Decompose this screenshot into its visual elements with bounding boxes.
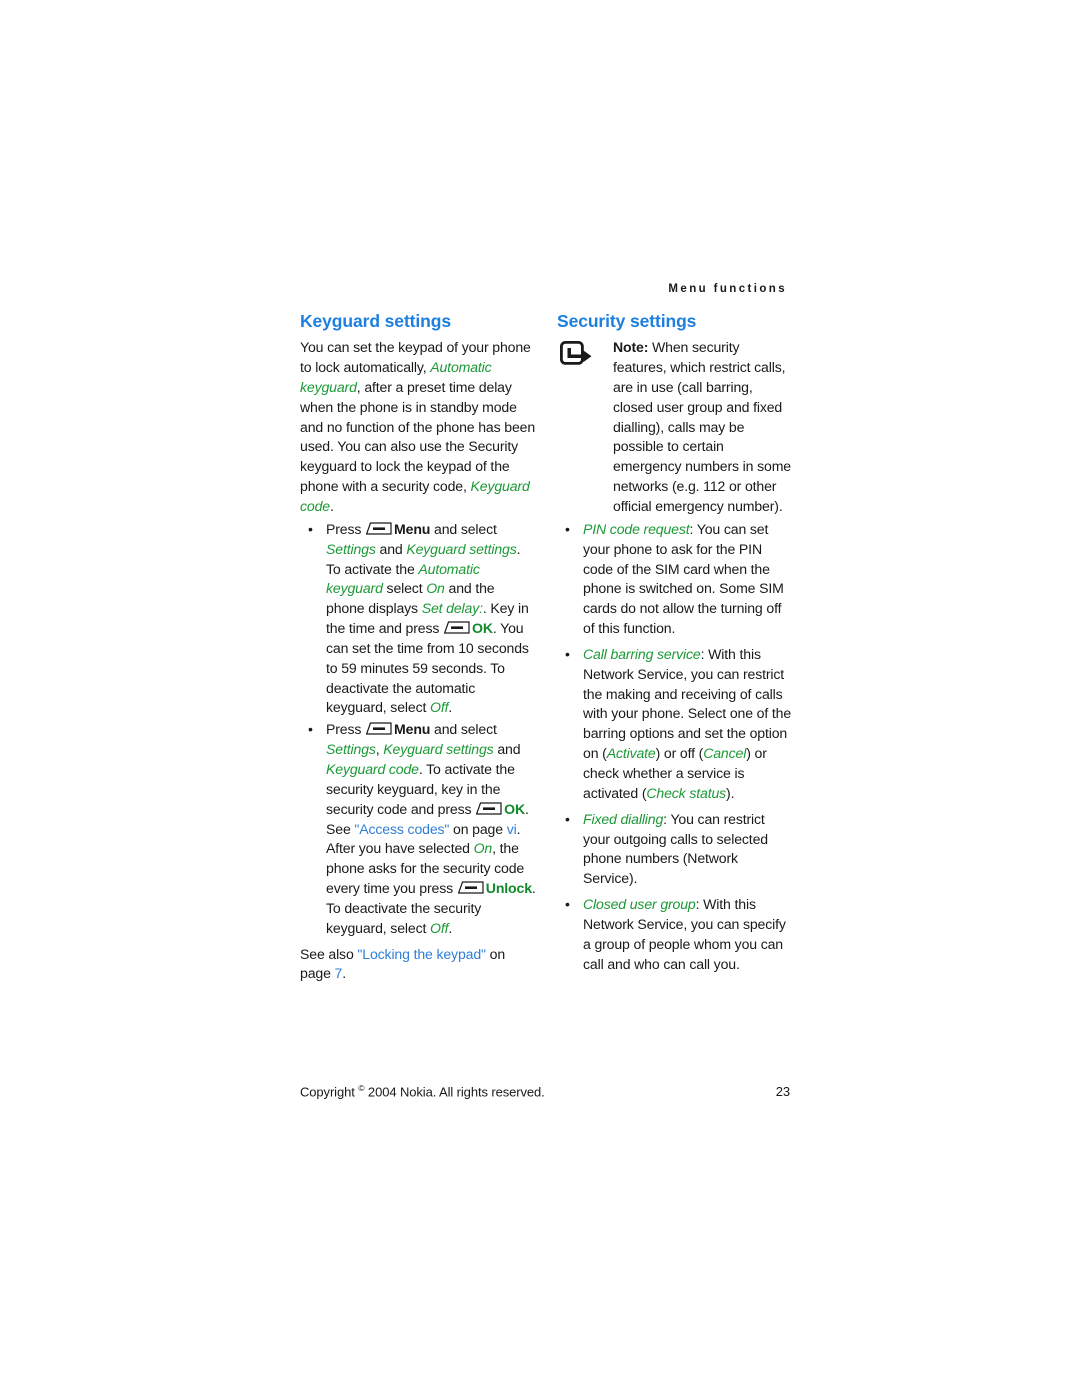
note-arrow-icon [559, 341, 593, 367]
see-also-text-1: See also [300, 945, 358, 962]
keyguard-intro-paragraph: You can set the keypad of your phone to … [300, 338, 536, 517]
softkey-icon [444, 621, 470, 634]
bullet2-ok-label: OK [504, 800, 526, 817]
page-footer: Copyright © 2004 Nokia. All rights reser… [300, 1083, 790, 1099]
bullet2-text-3: and select [430, 721, 497, 738]
bullet1-emphasis-keyguard-settings: Keyguard settings [406, 540, 517, 557]
bullet-text-call-barring-1: : With this Network Service, you can res… [583, 645, 792, 762]
left-column: Keyguard settings You can set the keypad… [300, 311, 536, 985]
bullet-text-call-barring-4: ). [726, 784, 735, 801]
link-locking-the-keypad[interactable]: "Locking the keypad" [357, 946, 486, 962]
bullet1-menu-label: Menu [394, 520, 431, 537]
bullet-emphasis-call-barring-service: Call barring service [583, 645, 701, 662]
see-also-paragraph: See also "Locking the keypad" on page 7. [300, 945, 536, 985]
bullet-dot-icon: • [565, 896, 570, 913]
softkey-icon [476, 802, 502, 815]
copyright-text-post: 2004 Nokia. All rights reserved. [364, 1084, 545, 1100]
bullet-emphasis-pin-code-request: PIN code request [583, 520, 690, 537]
bullet2-menu-label: Menu [394, 721, 431, 738]
section-title-keyguard-settings: Keyguard settings [300, 311, 451, 331]
copyright-text-pre: Copyright [300, 1084, 359, 1100]
bullet-emphasis-closed-user-group: Closed user group [583, 896, 696, 913]
list-item: • Fixed dialling: You can restrict your o… [557, 810, 793, 889]
section-title-security-settings: Security settings [557, 311, 697, 331]
intro-text-part-1: You can set the keypad of your phone to … [300, 339, 531, 376]
bullet2-emphasis-off: Off [430, 919, 449, 936]
list-item: • PIN code request: You can set your phon… [557, 520, 793, 639]
bullet1-text-6: select [382, 580, 427, 597]
intro-text-part-2: , after a preset time delay when the pho… [300, 378, 536, 495]
bullet1-emphasis-on: On [426, 580, 445, 597]
document-page: Menu functions Keyguard settings You can… [0, 0, 1080, 1397]
list-item: • Press Menu and select Settings and Keyg… [300, 520, 536, 718]
list-item: • Press Menu and select Settings, Keyguar… [300, 720, 536, 938]
list-item: • Call barring service: With this Network… [557, 645, 793, 804]
bullet2-emphasis-keyguard-settings: Keyguard settings [383, 741, 494, 758]
list-item: • Closed user group: With this Network Se… [557, 895, 793, 974]
bullet2-text-9: on page [449, 820, 507, 837]
bullet1-text-11: . [448, 699, 453, 716]
bullet1-emphasis-off: Off [430, 699, 449, 716]
note-label: Note: [613, 339, 649, 356]
bullet1-text-4: and [375, 540, 407, 557]
link-page-vi[interactable]: vi [507, 821, 517, 837]
bullet1-text-3: and select [430, 520, 497, 537]
bullet-emphasis-activate: Activate [606, 745, 656, 762]
bullet1-emphasis-settings: Settings [326, 540, 376, 557]
softkey-icon [366, 722, 392, 735]
bullet-dot-icon: • [565, 645, 570, 662]
see-also-text-3: . [342, 965, 347, 982]
bullet-emphasis-cancel: Cancel [703, 745, 747, 762]
keyguard-bullet-list: • Press Menu and select Settings and Keyg… [300, 520, 536, 939]
bullet2-emphasis-settings: Settings [326, 741, 376, 758]
note-callout: Note: When security features, which rest… [557, 338, 793, 517]
right-column: Security settings Note: When security fe… [557, 311, 793, 984]
bullet-text-pin-code-request: : You can set your phone to ask for the … [583, 520, 784, 637]
bullet-text-call-barring-2: ) or off ( [655, 745, 704, 762]
bullet-dot-icon: • [308, 721, 313, 738]
bullet1-emphasis-set-delay: Set delay: [421, 600, 483, 617]
note-text: When security features, which restrict c… [613, 339, 791, 514]
bullet-emphasis-check-status: Check status [646, 784, 727, 801]
running-header: Menu functions [668, 283, 787, 295]
softkey-icon [366, 522, 392, 535]
security-bullet-list: • PIN code request: You can set your phon… [557, 520, 793, 975]
two-column-body: Keyguard settings You can set the keypad… [300, 311, 793, 985]
bullet2-emphasis-on: On [473, 840, 493, 857]
bullet2-unlock-label: Unlock [485, 880, 532, 897]
link-access-codes[interactable]: "Access codes" [354, 821, 449, 837]
page-number: 23 [775, 1084, 790, 1100]
bullet-emphasis-fixed-dialling: Fixed dialling [583, 810, 664, 827]
intro-text-part-3: . [329, 498, 334, 514]
copyright-notice: Copyright © 2004 Nokia. All rights reser… [300, 1083, 545, 1099]
bullet1-ok-label: OK [472, 620, 493, 637]
bullet-dot-icon: • [308, 520, 313, 537]
bullet2-emphasis-keyguard-code: Keyguard code [326, 760, 419, 777]
bullet2-text-14: . [448, 919, 453, 936]
bullet2-text-1: Press [326, 721, 366, 738]
bullet-dot-icon: • [565, 810, 570, 827]
softkey-icon [457, 881, 484, 894]
bullet2-text-5: and [493, 741, 521, 758]
bullet1-text-1: Press [326, 520, 366, 537]
bullet-dot-icon: • [565, 520, 570, 537]
